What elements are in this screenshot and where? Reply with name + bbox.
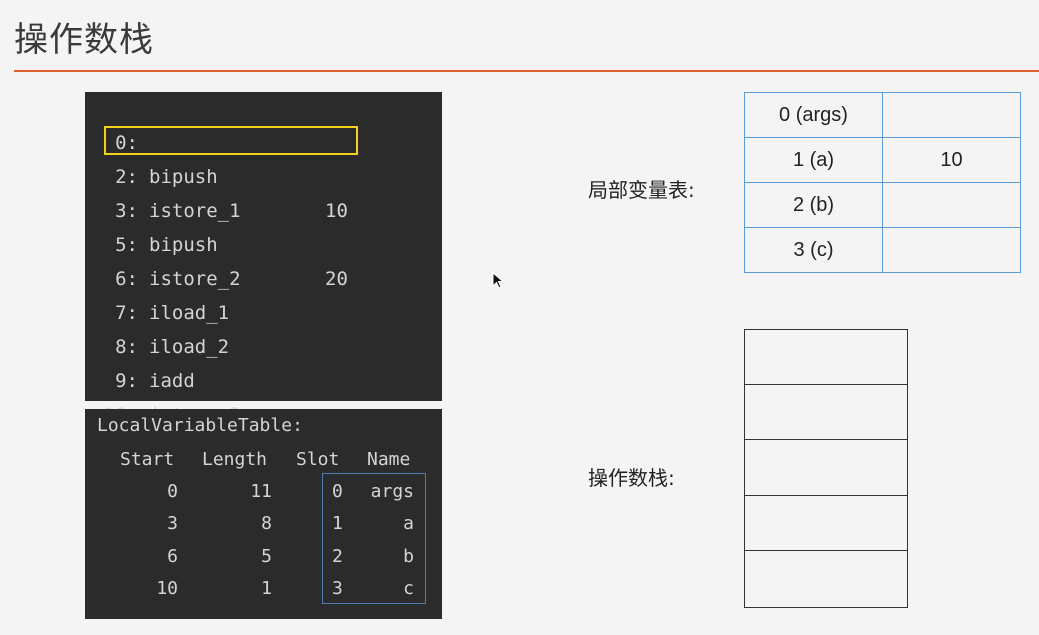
lvt-start: 0 bbox=[167, 481, 178, 502]
operand-stack-label: 操作数栈: bbox=[588, 466, 675, 490]
lvt-start: 3 bbox=[167, 513, 178, 534]
local-variable-table: 0 (args) 1 (a) 10 2 (b) 3 (c) bbox=[744, 92, 1021, 273]
bytecode-op: iadd bbox=[149, 370, 195, 392]
bytecode-op: bipush bbox=[149, 166, 218, 188]
local-var-row: 2 (b) bbox=[744, 182, 1021, 228]
bytecode-line: 9: istore_3 bbox=[85, 330, 240, 426]
local-var-value bbox=[882, 227, 1021, 273]
bytecode-op: bipush bbox=[149, 234, 218, 256]
lvt-header-start: Start bbox=[120, 449, 175, 470]
local-var-row: 0 (args) bbox=[744, 92, 1021, 138]
lvt-length: 11 bbox=[250, 481, 272, 502]
bytecode-line: 2: istore_1 bbox=[85, 126, 240, 222]
lvt-header-name: Name bbox=[367, 449, 411, 470]
local-variable-table-panel: LocalVariableTable: Start Length Slot Na… bbox=[85, 409, 442, 619]
slot-name-highlight-box bbox=[322, 473, 426, 604]
local-var-slot: 3 (c) bbox=[744, 227, 883, 273]
lvt-length: 5 bbox=[261, 546, 272, 567]
bytecode-line: 7: iload_2 bbox=[85, 262, 229, 358]
lvt-title: LocalVariableTable: bbox=[97, 415, 303, 436]
bytecode-op: istore_1 bbox=[149, 200, 241, 222]
bytecode-op: istore_2 bbox=[149, 268, 241, 290]
bytecode-arg: 10 bbox=[325, 200, 348, 222]
lvt-header-length: Length bbox=[202, 449, 268, 470]
bytecode-line: 0: bipush 10 bbox=[85, 92, 348, 222]
local-var-value bbox=[882, 92, 1021, 138]
title-divider bbox=[14, 70, 1039, 72]
stack-slot bbox=[745, 330, 907, 385]
lvt-header-slot: Slot bbox=[296, 449, 340, 470]
mouse-cursor-icon bbox=[492, 272, 504, 289]
bytecode-line: 3: bipush 20 bbox=[85, 160, 348, 290]
local-var-slot: 0 (args) bbox=[744, 92, 883, 138]
lvt-length: 8 bbox=[261, 513, 272, 534]
stack-slot bbox=[745, 441, 907, 496]
local-var-value bbox=[882, 182, 1021, 228]
stack-slot bbox=[745, 496, 907, 551]
local-var-row: 1 (a) 10 bbox=[744, 137, 1021, 183]
stack-slot bbox=[745, 552, 907, 607]
local-var-slot: 2 (b) bbox=[744, 182, 883, 228]
bytecode-line: 10: return bbox=[85, 364, 218, 460]
local-variable-table-label: 局部变量表: bbox=[588, 178, 695, 202]
bytecode-line: 5: istore_2 bbox=[85, 194, 240, 290]
local-var-row: 3 (c) bbox=[744, 227, 1021, 273]
operand-stack bbox=[744, 329, 908, 608]
bytecode-op: iload_1 bbox=[149, 302, 230, 324]
local-var-slot: 1 (a) bbox=[744, 137, 883, 183]
local-var-value: 10 bbox=[882, 137, 1021, 183]
lvt-length: 1 bbox=[261, 578, 272, 599]
bytecode-panel: 0: bipush 10 2: istore_1 3: bipush 20 5:… bbox=[85, 92, 442, 460]
bytecode-line: 8: iadd bbox=[85, 296, 195, 392]
lvt-start: 10 bbox=[156, 578, 178, 599]
lvt-start: 6 bbox=[167, 546, 178, 567]
slide-title: 操作数栈 bbox=[14, 20, 154, 60]
bytecode-arg: 20 bbox=[325, 268, 348, 290]
bytecode-op: iload_2 bbox=[149, 336, 230, 358]
stack-slot bbox=[745, 385, 907, 440]
bytecode-line: 6: iload_1 bbox=[85, 228, 229, 324]
